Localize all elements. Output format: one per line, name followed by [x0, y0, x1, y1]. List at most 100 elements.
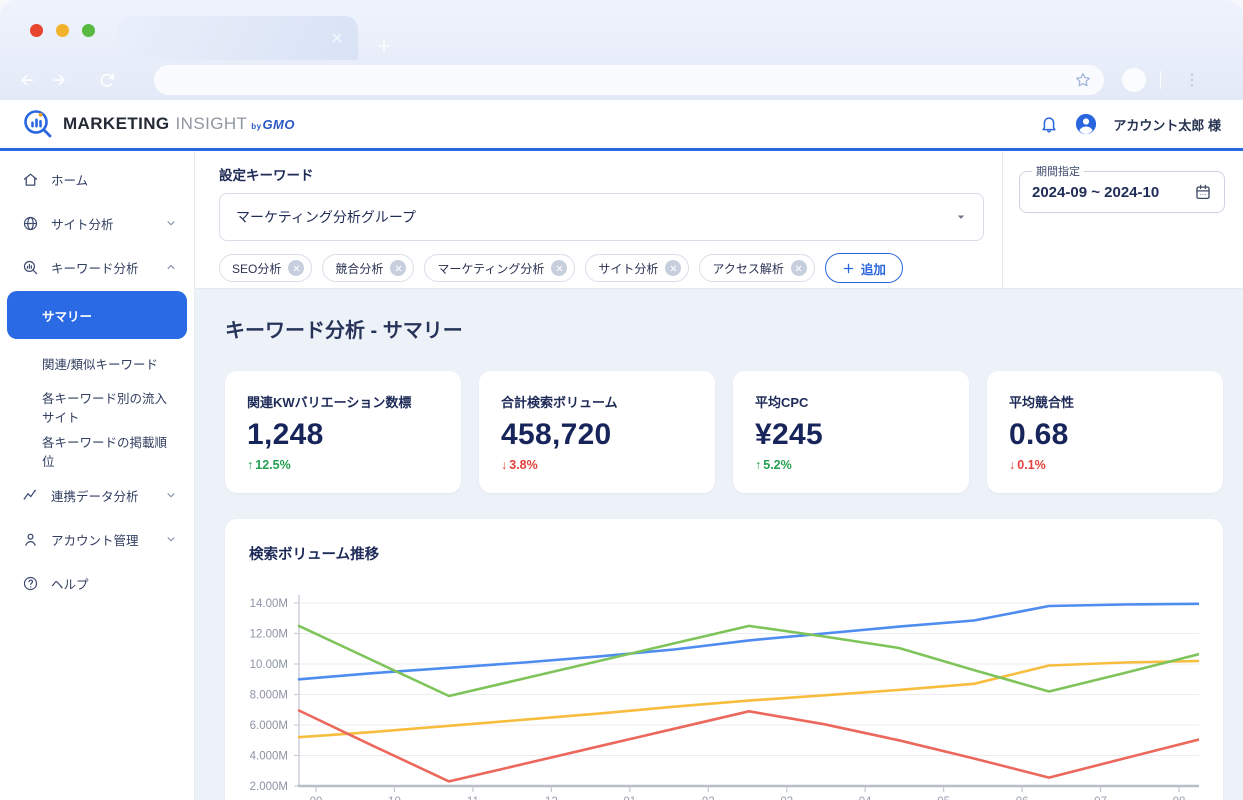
- svg-text:10.00M: 10.00M: [250, 659, 288, 671]
- forward-icon[interactable]: [46, 67, 72, 93]
- kpi-cards: 関連KWバリエーション数標 1,248 ↑ 12.5% 合計検索ボリューム 45…: [225, 371, 1243, 493]
- sidebar-item-label: 各キーワードの掲載順位: [42, 432, 178, 470]
- brand-secondary: INSIGHT: [176, 114, 248, 134]
- tab-close-icon[interactable]: [330, 31, 344, 45]
- new-tab-icon[interactable]: [376, 38, 392, 54]
- app-logo[interactable]: MARKETING INSIGHT by GMO: [22, 108, 295, 140]
- keyword-tag-chip[interactable]: マーケティング分析: [424, 254, 575, 282]
- sidebar-item[interactable]: 連携データ分析: [0, 473, 194, 517]
- keyword-filter-panel: 設定キーワード マーケティング分析グループ SEO分析 競: [195, 151, 1243, 289]
- add-keyword-label: 追加: [861, 259, 886, 278]
- trend-arrow-icon: ↓: [501, 458, 507, 472]
- window-controls: [30, 24, 95, 37]
- brand-gmo: GMO: [262, 117, 295, 132]
- bookmark-star-icon[interactable]: [1074, 71, 1092, 89]
- chevron-down-icon: [164, 532, 178, 546]
- plus-icon: [842, 262, 855, 275]
- remove-tag-icon[interactable]: [665, 260, 681, 276]
- sidebar-item[interactable]: 関連/類似キーワード: [0, 341, 194, 385]
- calendar-icon[interactable]: [1194, 183, 1212, 201]
- keyword-tag-label: 競合分析: [335, 260, 383, 277]
- keyword-settings: 設定キーワード マーケティング分析グループ SEO分析 競: [195, 151, 1002, 288]
- keyword-group-select[interactable]: マーケティング分析グループ: [219, 193, 984, 241]
- brand-primary: MARKETING: [63, 114, 170, 134]
- home-icon: [22, 171, 39, 188]
- kpi-label: 合計検索ボリューム: [501, 392, 695, 411]
- address-bar[interactable]: [154, 65, 1104, 95]
- sidebar-item[interactable]: サマリー: [7, 291, 187, 339]
- sidebar-item-label: 各キーワード別の流入サイト: [42, 388, 178, 426]
- sidebar-nav: ホーム サイト分析 キーワード分析 サマリー 関連/類似キーワード: [0, 151, 195, 800]
- svg-text:01: 01: [623, 796, 636, 800]
- app-header: MARKETING INSIGHT by GMO アカウント太郎 様: [0, 100, 1243, 151]
- sidebar-item-label: キーワード分析: [51, 258, 139, 277]
- svg-text:03: 03: [780, 796, 793, 800]
- svg-text:04: 04: [859, 796, 872, 800]
- caret-down-icon: [953, 209, 969, 225]
- date-range-label: 期間指定: [1032, 163, 1084, 179]
- keyword-tag-chip[interactable]: アクセス解析: [699, 254, 814, 282]
- sidebar-item-label: サイト分析: [51, 214, 114, 233]
- kpi-delta: ↑ 5.2%: [755, 458, 949, 472]
- keyword-group-value: マーケティング分析グループ: [236, 207, 416, 227]
- chevron-down-icon: [164, 488, 178, 502]
- date-range-field[interactable]: 期間指定 2024-09 ~ 2024-10: [1019, 163, 1225, 213]
- minimize-window-button[interactable]: [56, 24, 69, 37]
- keyword-search-icon: [22, 259, 39, 276]
- svg-text:11: 11: [467, 796, 479, 800]
- reload-icon[interactable]: [94, 67, 120, 93]
- period-panel: 期間指定 2024-09 ~ 2024-10: [1002, 151, 1243, 288]
- kpi-delta: ↓ 0.1%: [1009, 458, 1203, 472]
- header-right: アカウント太郎 様: [1039, 113, 1221, 135]
- maximize-window-button[interactable]: [82, 24, 95, 37]
- content-area: キーワード分析 - サマリー 関連KWバリエーション数標 1,248 ↑ 12.…: [195, 289, 1243, 800]
- keyword-tag-label: SEO分析: [232, 260, 281, 277]
- close-window-button[interactable]: [30, 24, 43, 37]
- kpi-delta: ↑ 12.5%: [247, 458, 441, 472]
- keyword-tag-chip[interactable]: SEO分析: [219, 254, 312, 282]
- browser-menu-icon[interactable]: [1183, 71, 1201, 89]
- sidebar-item-label: ヘルプ: [51, 574, 89, 593]
- svg-text:2.000M: 2.000M: [250, 781, 288, 793]
- svg-text:14.00M: 14.00M: [250, 598, 288, 610]
- search-volume-line-chart: 14.00M12.00M10.00M8.000M6.000M4.000M2.00…: [249, 576, 1199, 800]
- help-icon: [22, 575, 39, 592]
- logo-chart-magnifier-icon: [22, 108, 54, 140]
- trend-icon: [22, 487, 39, 504]
- remove-tag-icon[interactable]: [288, 260, 304, 276]
- remove-tag-icon[interactable]: [390, 260, 406, 276]
- sidebar-item[interactable]: ヘルプ: [0, 561, 194, 605]
- sidebar-item[interactable]: アカウント管理: [0, 517, 194, 561]
- browser-window: MARKETING INSIGHT by GMO アカウント太郎 様 ホーム: [0, 0, 1243, 800]
- page-title: キーワード分析 - サマリー: [225, 317, 1243, 345]
- remove-tag-icon[interactable]: [551, 260, 567, 276]
- kpi-delta-value: 5.2%: [763, 458, 792, 472]
- sidebar-item[interactable]: 各キーワードの掲載順位: [0, 429, 194, 473]
- sidebar-item-label: サマリー: [42, 306, 92, 325]
- browser-profile-avatar[interactable]: [1122, 68, 1146, 92]
- account-name[interactable]: アカウント太郎 様: [1113, 115, 1221, 134]
- keyword-tag-chip[interactable]: サイト分析: [585, 254, 689, 282]
- sidebar-item[interactable]: 各キーワード別の流入サイト: [0, 385, 194, 429]
- keyword-tags: SEO分析 競合分析 マーケティング分析 サイト分析: [219, 253, 984, 283]
- notification-bell-icon[interactable]: [1039, 114, 1059, 134]
- keyword-tag-chip[interactable]: 競合分析: [322, 254, 414, 282]
- sidebar-item[interactable]: キーワード分析: [0, 245, 194, 289]
- remove-tag-icon[interactable]: [791, 260, 807, 276]
- kpi-value: 0.68: [1009, 418, 1203, 452]
- tab-strip: [0, 0, 1243, 60]
- kpi-delta-value: 0.1%: [1017, 458, 1046, 472]
- svg-text:10: 10: [388, 796, 401, 800]
- date-range-value: 2024-09 ~ 2024-10: [1032, 184, 1159, 201]
- user-icon: [22, 531, 39, 548]
- chevron-up-icon: [164, 260, 178, 274]
- browser-tab[interactable]: [118, 16, 358, 60]
- sidebar-item[interactable]: ホーム: [0, 157, 194, 201]
- kpi-delta: ↓ 3.8%: [501, 458, 695, 472]
- kpi-card: 関連KWバリエーション数標 1,248 ↑ 12.5%: [225, 371, 461, 493]
- sidebar-item[interactable]: サイト分析: [0, 201, 194, 245]
- add-keyword-button[interactable]: 追加: [825, 253, 903, 283]
- svg-text:09: 09: [310, 796, 323, 800]
- account-avatar-icon[interactable]: [1075, 113, 1097, 135]
- back-icon[interactable]: [14, 67, 40, 93]
